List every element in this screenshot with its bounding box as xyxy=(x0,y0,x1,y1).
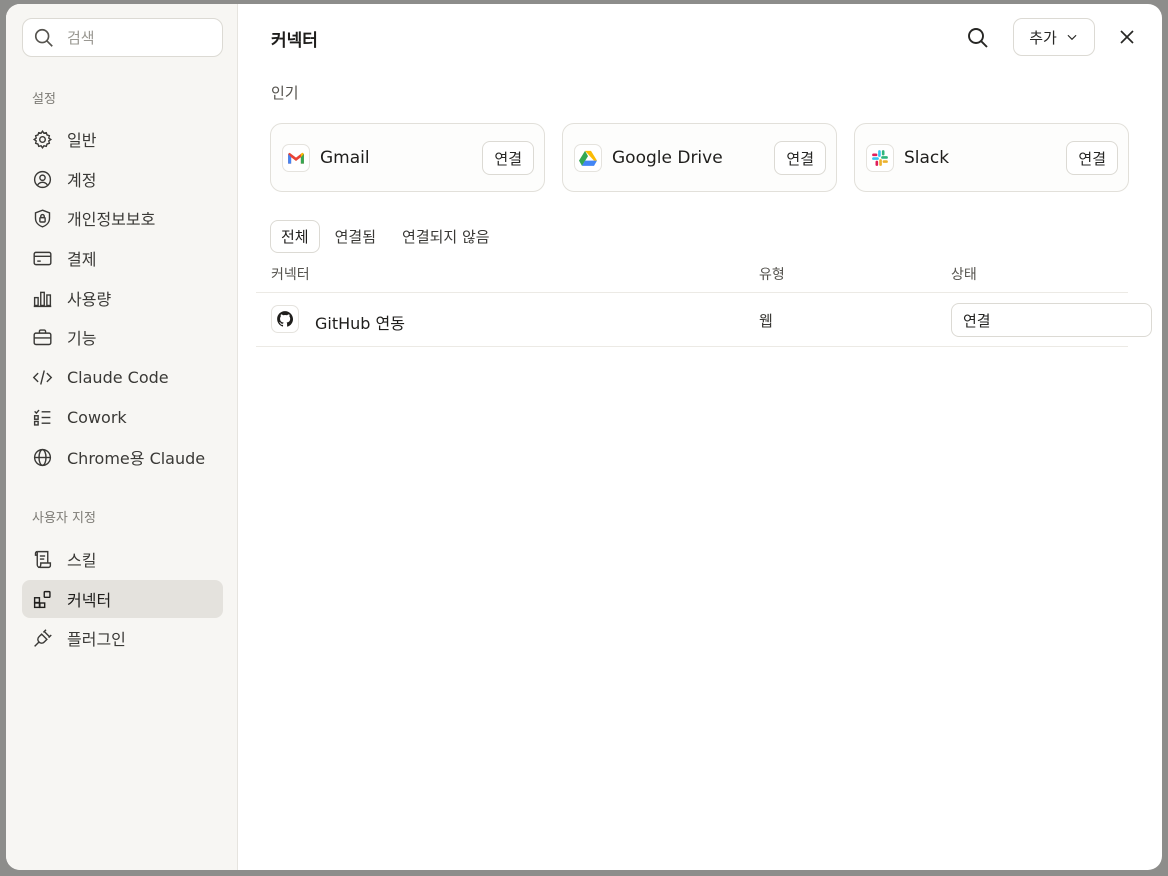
sidebar-item-cowork[interactable]: Cowork xyxy=(22,398,223,436)
checklist-icon xyxy=(33,409,51,426)
divider xyxy=(256,292,1128,293)
section-label-settings: 설정 xyxy=(32,92,56,107)
sidebar-item-usage[interactable]: 사용량 xyxy=(22,279,223,317)
sidebar-item-account[interactable]: 계정 xyxy=(22,160,223,198)
sidebar-search[interactable] xyxy=(22,18,223,57)
sidebar-item-label: 일반 xyxy=(67,131,97,150)
shield-lock-icon xyxy=(34,208,51,228)
connector-card-name: Slack xyxy=(904,147,950,168)
sidebar-item-privacy[interactable]: 개인정보보호 xyxy=(22,199,223,237)
sidebar-item-label: 사용량 xyxy=(67,290,112,309)
add-button[interactable]: 추가 xyxy=(1013,18,1095,56)
connector-name: GitHub 연동 xyxy=(315,314,405,333)
scroll-icon xyxy=(34,550,52,568)
sidebar-item-general[interactable]: 일반 xyxy=(22,120,223,158)
connect-button[interactable]: 연결 xyxy=(951,303,1152,337)
connector-card-name: Google Drive xyxy=(612,147,723,168)
sidebar-item-label: 계정 xyxy=(67,171,97,190)
chevron-down-icon xyxy=(1067,34,1077,41)
tab-all[interactable]: 전체 xyxy=(270,220,320,253)
gmail-icon xyxy=(282,143,310,172)
sidebar: 설정 일반 계정 개인정보보호 결제 사용량 기능 Claude Code xyxy=(6,4,238,870)
search-input[interactable] xyxy=(67,28,197,47)
sidebar-item-label: 결제 xyxy=(67,250,97,269)
connect-button[interactable]: 연결 xyxy=(1066,141,1118,175)
column-header-type: 유형 xyxy=(759,267,785,283)
filter-tabs: 전체 연결됨 연결되지 않음 xyxy=(270,220,501,253)
search-icon xyxy=(34,28,53,47)
popular-section-label: 인기 xyxy=(271,84,299,102)
sidebar-item-label: 플러그인 xyxy=(67,630,126,649)
section-label-custom: 사용자 지정 xyxy=(32,511,96,526)
connect-button[interactable]: 연결 xyxy=(774,141,826,175)
sidebar-item-label: 기능 xyxy=(67,329,97,348)
sidebar-item-chrome[interactable]: Chrome용 Claude xyxy=(22,438,223,476)
column-header-connector: 커넥터 xyxy=(271,267,310,283)
connector-card-name: Gmail xyxy=(320,147,370,168)
connector-icon xyxy=(33,590,51,608)
sidebar-item-label: 개인정보보호 xyxy=(67,210,156,229)
slack-icon xyxy=(866,143,894,172)
sidebar-item-label: Claude Code xyxy=(67,367,169,387)
connector-card-gmail: Gmail 연결 xyxy=(270,123,545,192)
connector-card-slack: Slack 연결 xyxy=(854,123,1129,192)
sidebar-item-claude-code[interactable]: Claude Code xyxy=(22,358,223,396)
connector-type: 웹 xyxy=(759,312,773,330)
sidebar-item-label: 스킬 xyxy=(67,551,97,570)
sidebar-item-label: Cowork xyxy=(67,407,127,427)
code-icon xyxy=(32,369,53,385)
column-header-status: 상태 xyxy=(951,267,977,283)
add-button-label: 추가 xyxy=(1029,28,1057,47)
connect-button[interactable]: 연결 xyxy=(482,141,534,175)
github-icon xyxy=(271,305,299,333)
sidebar-item-skills[interactable]: 스킬 xyxy=(22,540,223,578)
sidebar-item-label: Chrome용 Claude xyxy=(67,449,206,468)
google-drive-icon xyxy=(574,143,602,172)
briefcase-icon xyxy=(33,328,52,345)
user-circle-icon xyxy=(33,170,52,188)
sidebar-item-plugins[interactable]: 플러그인 xyxy=(22,619,223,657)
credit-card-icon xyxy=(33,251,52,265)
sidebar-item-features[interactable]: 기능 xyxy=(22,318,223,356)
connector-card-google-drive: Google Drive 연결 xyxy=(562,123,837,192)
sidebar-item-connectors[interactable]: 커넥터 xyxy=(22,580,223,618)
main-panel: 커넥터 추가 인기 Gmail 연결 Google Drive 연결 Slack… xyxy=(238,4,1162,870)
gear-icon xyxy=(32,129,53,149)
bar-chart-icon xyxy=(33,291,52,307)
page-title: 커넥터 xyxy=(271,31,318,51)
tab-connected[interactable]: 연결됨 xyxy=(324,220,387,253)
sidebar-item-label: 커넥터 xyxy=(67,591,112,610)
settings-modal: 설정 일반 계정 개인정보보호 결제 사용량 기능 Claude Code xyxy=(6,4,1162,870)
globe-icon xyxy=(33,448,52,466)
search-icon[interactable] xyxy=(966,26,990,50)
sidebar-item-billing[interactable]: 결제 xyxy=(22,239,223,277)
divider xyxy=(256,346,1128,347)
plug-icon xyxy=(34,628,52,647)
close-icon[interactable] xyxy=(1118,28,1136,46)
tab-not-connected[interactable]: 연결되지 않음 xyxy=(391,220,501,253)
